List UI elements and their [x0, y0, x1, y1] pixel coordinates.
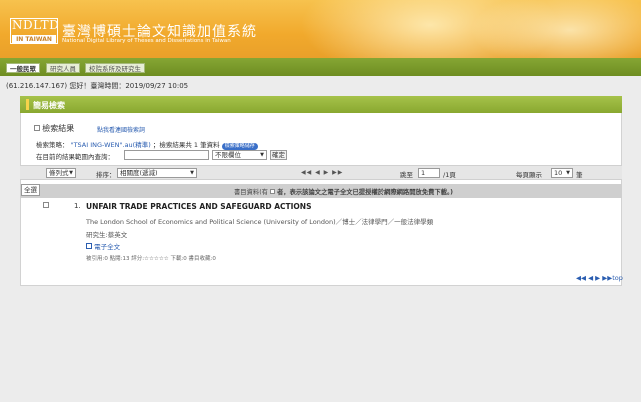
strategy-row: 檢索策略： "TSAI ING-WEN".au(精準) ；檢索結果共 1 筆資料…	[36, 139, 258, 150]
save-strategy-button[interactable]: 檢索策略儲存	[221, 143, 258, 150]
page-nav-arrows[interactable]: ◀◀ ◀ ▶ ▶▶	[301, 169, 343, 176]
collapse-icon[interactable]	[34, 125, 40, 131]
result-index: 1.	[74, 202, 81, 210]
site-subtitle: National Digital Library of Theses and D…	[62, 38, 231, 44]
chevron-down-icon: ▼	[566, 170, 570, 176]
result-author[interactable]: 研究生:蔡英文	[86, 229, 127, 239]
tab-institution[interactable]: 校院系所及研究生	[85, 63, 145, 73]
strategy-count: ；檢索結果共 1 筆資料	[152, 141, 220, 149]
per-page-select[interactable]: 10 ▼	[551, 168, 573, 178]
chevron-down-icon: ▼	[69, 170, 73, 176]
sort-select-value: 相關度(遞減)	[120, 169, 158, 177]
jump-label: 跳至	[400, 171, 413, 179]
jump-page-input[interactable]: 1	[418, 168, 440, 178]
tab-public[interactable]: 一般民眾	[6, 63, 40, 73]
result-stats: 被引用:0 點閱:13 評分:☆☆☆☆☆ 下載:0 書目收藏:0	[86, 256, 216, 262]
results-note-suffix: 者，表示該論文之電子全文已提授權於網際網路開放免費下載。)	[276, 189, 454, 196]
confirm-button[interactable]: 確定	[270, 150, 287, 160]
per-page-value: 10	[554, 169, 563, 177]
document-icon	[86, 243, 92, 249]
results-note: 書目資料(有 者，表示該論文之電子全文已提授權於網際網路開放免費下載。)	[234, 187, 453, 196]
select-all-button[interactable]: 全選	[21, 184, 40, 196]
per-page-unit: 筆	[576, 171, 583, 179]
strategy-query[interactable]: "TSAI ING-WEN".au(精準)	[71, 141, 151, 149]
fulltext-marker-icon	[269, 189, 275, 194]
footer-page-nav[interactable]: ◀◀ ◀ ▶ ▶▶top	[576, 274, 623, 282]
status-line: (61.216.147.167) 您好！臺灣時間：2019/09/27 10:0…	[6, 82, 189, 90]
format-select[interactable]: 條列式 ▼	[46, 168, 76, 178]
fulltext-link[interactable]: 電子全文	[86, 241, 120, 251]
result-title[interactable]: UNFAIR TRADE PRACTICES AND SAFEGUARD ACT…	[86, 202, 311, 211]
strategy-label: 檢索策略：	[36, 141, 69, 149]
sort-select[interactable]: 相關度(遞減) ▼	[117, 168, 197, 178]
panel-header-accent	[26, 99, 29, 110]
fulltext-label[interactable]: 電子全文	[94, 243, 120, 251]
chevron-down-icon: ▼	[260, 152, 264, 158]
chevron-down-icon: ▼	[190, 170, 194, 176]
header-glow-secondary	[470, 0, 641, 58]
page-total: /1頁	[443, 171, 456, 179]
within-search-input[interactable]	[124, 150, 209, 160]
hk-search-link[interactable]: 點我看連國檢索詞	[97, 125, 145, 134]
field-select[interactable]: 不限欄位 ▼	[212, 150, 267, 160]
per-page-label: 每頁顯示	[516, 171, 542, 179]
result-heading-label: 檢索結果	[42, 124, 75, 133]
logo-subtext[interactable]: IN TAIWAN	[12, 35, 56, 44]
tab-researcher[interactable]: 研究人員	[46, 63, 80, 73]
within-label: 在目前的結果範圍內查詢：	[36, 153, 114, 161]
sort-label: 排序：	[96, 171, 116, 179]
field-select-value: 不限欄位	[215, 151, 241, 159]
panel-header	[20, 96, 622, 113]
logo-text[interactable]: NDLTD	[12, 18, 59, 32]
result-heading: 檢索結果	[34, 123, 74, 134]
results-note-prefix: 書目資料(有	[234, 189, 268, 196]
result-institution: The London School of Economics and Polit…	[86, 218, 434, 226]
format-select-value: 條列式	[49, 169, 69, 177]
panel-title: 簡易檢索	[33, 101, 65, 110]
result-checkbox[interactable]	[43, 202, 49, 210]
